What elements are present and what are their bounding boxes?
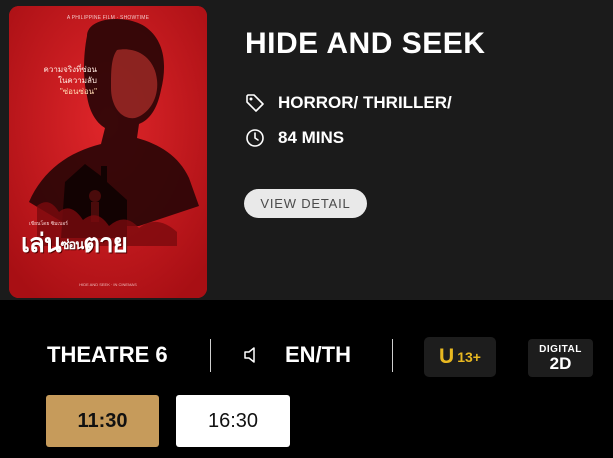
genre-text: HORROR/ THRILLER/ xyxy=(278,93,452,112)
poster-title-part: ซ่อน xyxy=(60,238,85,253)
tag-icon xyxy=(246,94,264,112)
poster-tagline-line: ในความลับ xyxy=(58,76,97,85)
poster-credit: A PHILIPPINE FILM · SHOWTIME xyxy=(66,15,150,21)
poster-thai-title: เล่นซ่อนตาย xyxy=(21,223,128,264)
sound-language: EN/TH xyxy=(243,342,351,368)
showtime-button[interactable]: 16:30 xyxy=(176,395,290,447)
view-detail-button[interactable]: VIEW DETAIL xyxy=(244,189,367,218)
session-info-bar: THEATRE 6 EN/TH U 13+ DIGITAL 2D xyxy=(0,330,613,380)
movie-title: HIDE AND SEEK xyxy=(245,27,486,60)
speaker-icon xyxy=(244,347,255,363)
duration-row: 84 MINS xyxy=(245,128,344,148)
sound-language-text: EN/TH xyxy=(285,342,351,367)
duration-text: 84 MINS xyxy=(278,128,345,147)
format-top: DIGITAL xyxy=(539,343,582,355)
divider xyxy=(210,339,211,372)
poster-tagline-line: ความจริงที่ซ่อน xyxy=(43,65,97,74)
poster-tagline: ความจริงที่ซ่อน ในความลับ "ซ่อนซ่อน" xyxy=(35,64,97,97)
rating-badge: U 13+ xyxy=(424,337,496,377)
poster-title-part: ตาย xyxy=(83,229,128,259)
rating-letter: U xyxy=(439,345,455,368)
genre-row: HORROR/ THRILLER/ xyxy=(245,93,452,113)
poster-title-part: เล่น xyxy=(21,229,62,259)
format-main: 2D xyxy=(549,353,572,373)
showtime-button-selected[interactable]: 11:30 xyxy=(46,395,159,447)
divider xyxy=(392,339,393,372)
rating-age: 13+ xyxy=(457,349,481,365)
theatre-label: THEATRE 6 xyxy=(47,342,168,367)
format-badge: DIGITAL 2D xyxy=(528,339,593,377)
movie-card: A PHILIPPINE FILM · SHOWTIME ความจริงที่… xyxy=(0,0,613,300)
clock-icon xyxy=(246,129,264,147)
poster-footer: HIDE AND SEEK · IN CINEMAS xyxy=(79,282,137,287)
movie-poster[interactable]: A PHILIPPINE FILM · SHOWTIME ความจริงที่… xyxy=(9,6,207,298)
poster-tagline-line: "ซ่อนซ่อน" xyxy=(59,87,97,96)
